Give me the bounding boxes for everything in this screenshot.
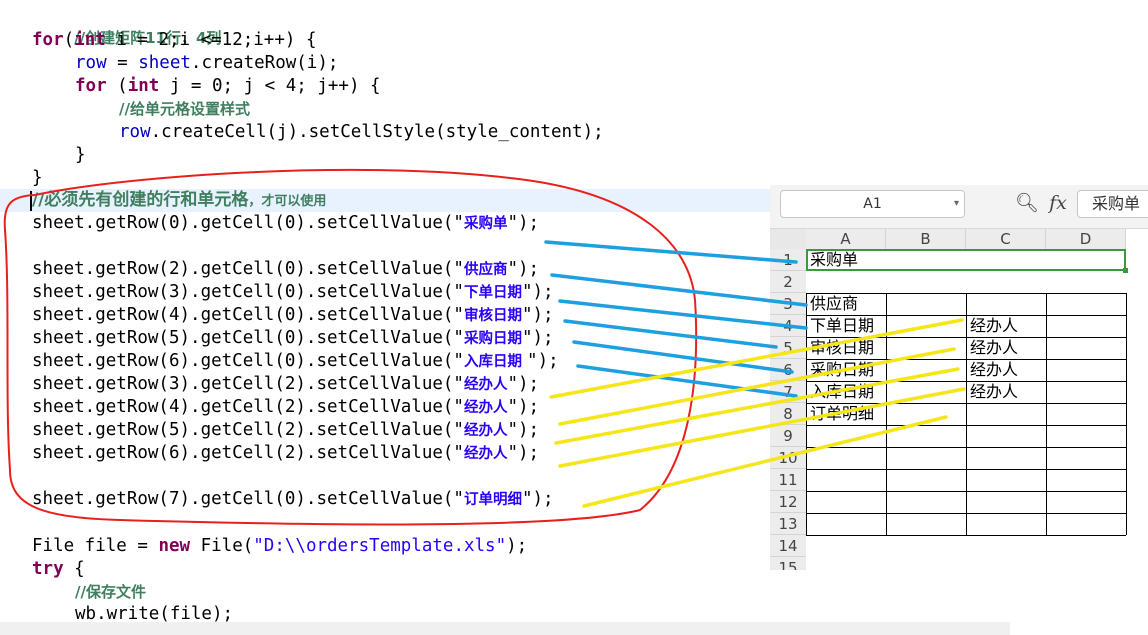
yellow-connector-line — [558, 347, 956, 426]
blue-connector-line — [563, 319, 778, 349]
yellow-connector-line — [554, 367, 960, 445]
yellow-connector-line — [582, 415, 948, 508]
annotation-overlay — [3, 168, 966, 526]
blue-connector-line — [550, 273, 808, 307]
red-circle-annotation — [3, 168, 698, 526]
